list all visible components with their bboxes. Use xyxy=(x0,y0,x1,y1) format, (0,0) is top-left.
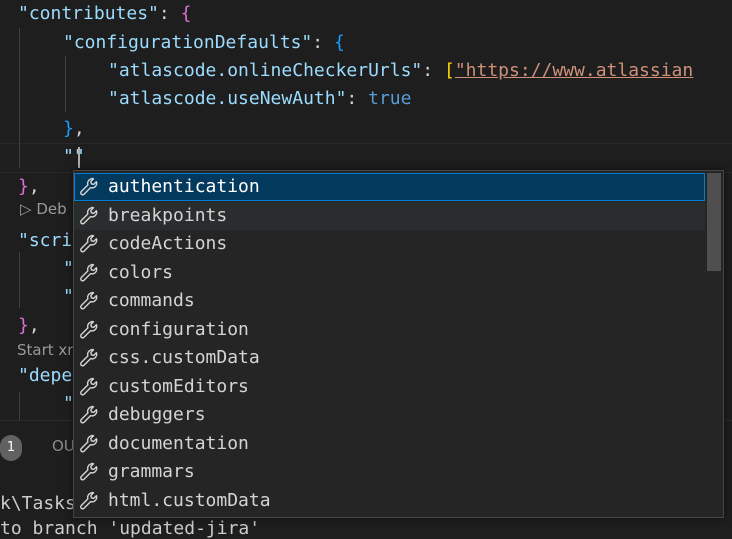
indent-guide xyxy=(19,392,20,420)
suggest-scrollbar[interactable] xyxy=(705,171,723,517)
suggest-item[interactable]: configuration xyxy=(74,316,705,344)
suggest-item-label: documentation xyxy=(108,432,249,454)
suggest-item[interactable]: authentication xyxy=(74,173,705,201)
json-key: "atlascode.onlineCheckerUrls" xyxy=(108,60,423,81)
code-line-close-brace: }, xyxy=(63,118,85,139)
code-line-close-contributes: }, xyxy=(18,176,40,197)
play-icon: ▷ xyxy=(20,200,32,218)
code-line-scripts: "scri xyxy=(18,227,72,255)
wrench-icon xyxy=(79,177,99,197)
code-line-use-new-auth: "atlascode.useNewAuth": true xyxy=(108,88,412,109)
suggest-item-label: html.customData xyxy=(108,489,271,511)
suggest-item-label: commands xyxy=(108,290,195,311)
indent-guide xyxy=(65,56,66,112)
code-line-typing: "" xyxy=(63,143,85,171)
current-line-highlight xyxy=(0,143,732,173)
suggest-item[interactable]: grammars xyxy=(74,458,705,486)
wrench-icon xyxy=(79,320,99,340)
suggest-item[interactable]: colors xyxy=(74,259,705,287)
json-key: "scri xyxy=(18,230,73,251)
url-link[interactable]: "https://www.atlassian xyxy=(455,60,693,81)
json-key: "depe xyxy=(18,365,73,386)
wrench-icon xyxy=(79,263,99,283)
code-line-contributes: "contributes": { xyxy=(18,3,192,24)
wrench-icon xyxy=(79,291,99,311)
wrench-icon xyxy=(79,491,99,511)
suggest-item-label: css.customData xyxy=(108,347,260,368)
indent-guide xyxy=(19,252,20,308)
suggest-item-label: customEditors xyxy=(108,375,249,397)
suggest-item-label: authentication xyxy=(108,176,260,197)
wrench-icon xyxy=(79,462,99,482)
terminal-line: to branch 'updated-jira' xyxy=(0,518,261,539)
codelens-debug[interactable]: ▷ Deb xyxy=(20,200,67,218)
suggest-scrollbar-thumb[interactable] xyxy=(707,173,721,271)
suggest-item[interactable]: customEditors xyxy=(74,373,705,401)
suggest-item-label: debuggers xyxy=(108,404,206,425)
indent-guide xyxy=(19,28,20,168)
wrench-icon xyxy=(79,434,99,454)
text-cursor xyxy=(78,147,80,168)
code-line-checker-urls: "atlascode.onlineCheckerUrls": ["https:/… xyxy=(108,60,694,81)
suggest-item[interactable]: codeActions xyxy=(74,230,705,258)
suggest-item[interactable]: css.customData xyxy=(74,344,705,372)
suggest-item-label: grammars xyxy=(108,461,195,482)
terminal-line: k\Tasks xyxy=(0,493,76,514)
json-key: "atlascode.useNewAuth" xyxy=(108,88,347,109)
code-line-config-defaults: "configurationDefaults": { xyxy=(63,32,345,53)
codelens-debug-label: Deb xyxy=(36,200,67,218)
json-key: "configurationDefaults" xyxy=(63,32,313,53)
bracket: { xyxy=(333,32,345,53)
json-key: "contributes" xyxy=(18,3,159,24)
json-boolean: true xyxy=(368,88,412,109)
wrench-icon xyxy=(79,234,99,254)
typed-string: "" xyxy=(63,146,85,167)
problems-count-badge[interactable]: 1 xyxy=(0,435,22,461)
code-line-dependencies: "depe xyxy=(18,362,72,390)
wrench-icon xyxy=(79,377,99,397)
suggest-item[interactable]: debuggers xyxy=(74,401,705,429)
suggest-widget[interactable]: authentication breakpoints codeActions colo… xyxy=(73,170,724,518)
wrench-icon xyxy=(79,405,99,425)
suggest-item-label: breakpoints xyxy=(108,204,228,226)
suggest-item-label: configuration xyxy=(108,318,249,340)
suggest-item-label: codeActions xyxy=(108,233,228,254)
wrench-icon xyxy=(79,206,99,226)
suggest-item-label: colors xyxy=(108,261,174,283)
tab-output[interactable]: OU xyxy=(52,437,75,455)
suggest-item[interactable]: breakpoints xyxy=(74,201,705,230)
wrench-icon xyxy=(79,348,99,368)
bracket: { xyxy=(180,3,192,24)
suggest-item[interactable]: documentation xyxy=(74,430,705,458)
suggest-item[interactable]: html.customData xyxy=(74,487,705,515)
suggest-item[interactable]: commands xyxy=(74,287,705,315)
code-line-close-scripts: }, xyxy=(18,315,40,336)
bracket: [ xyxy=(443,60,455,81)
